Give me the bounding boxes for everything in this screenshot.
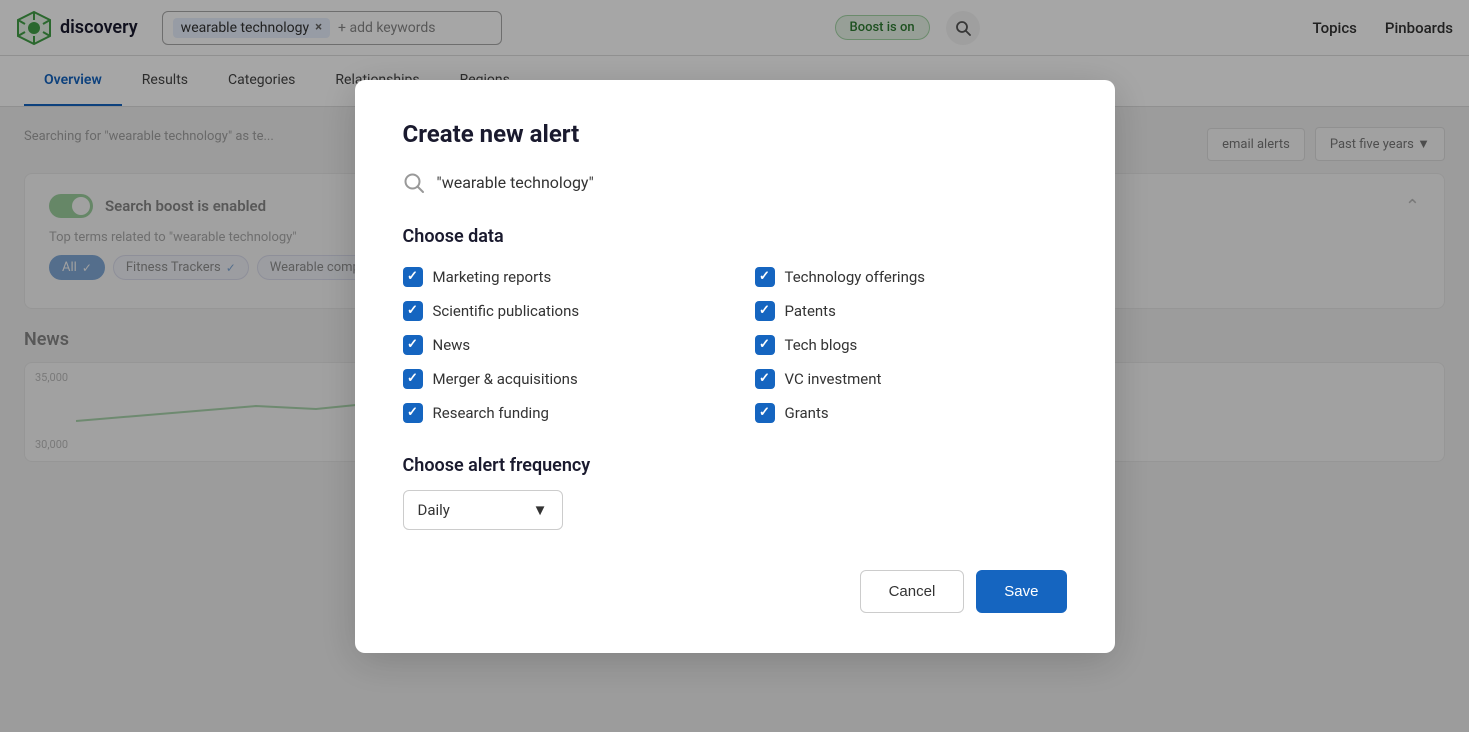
cancel-button[interactable]: Cancel bbox=[860, 570, 965, 613]
checkbox-patents-label: Patents bbox=[785, 302, 836, 320]
checkbox-tech-blogs-label: Tech blogs bbox=[785, 336, 858, 354]
checkbox-vc-label: VC investment bbox=[785, 370, 882, 388]
checkbox-marketing-label: Marketing reports bbox=[433, 268, 552, 286]
checkbox-news-icon[interactable] bbox=[403, 335, 423, 355]
checkbox-merger-label: Merger & acquisitions bbox=[433, 370, 578, 388]
checkbox-marketing-icon[interactable] bbox=[403, 267, 423, 287]
checkbox-scientific-icon[interactable] bbox=[403, 301, 423, 321]
checkboxes-grid: Marketing reports Technology offerings S… bbox=[403, 267, 1067, 423]
frequency-selected-value: Daily bbox=[418, 501, 450, 519]
checkbox-news-label: News bbox=[433, 336, 471, 354]
modal-search-row: "wearable technology" bbox=[403, 172, 1067, 194]
checkbox-grants-icon[interactable] bbox=[755, 403, 775, 423]
modal-footer: Cancel Save bbox=[403, 570, 1067, 613]
checkbox-patents[interactable]: Patents bbox=[755, 301, 1067, 321]
checkbox-grants[interactable]: Grants bbox=[755, 403, 1067, 423]
checkbox-merger-acquisitions[interactable]: Merger & acquisitions bbox=[403, 369, 715, 389]
checkbox-scientific-publications[interactable]: Scientific publications bbox=[403, 301, 715, 321]
checkbox-tech-blogs[interactable]: Tech blogs bbox=[755, 335, 1067, 355]
modal-title: Create new alert bbox=[403, 120, 1067, 148]
modal-overlay: Create new alert "wearable technology" C… bbox=[0, 0, 1469, 732]
checkbox-scientific-label: Scientific publications bbox=[433, 302, 580, 320]
modal-search-term: "wearable technology" bbox=[437, 173, 594, 192]
frequency-dropdown[interactable]: Daily ▼ bbox=[403, 490, 563, 530]
checkbox-merger-icon[interactable] bbox=[403, 369, 423, 389]
checkbox-marketing-reports[interactable]: Marketing reports bbox=[403, 267, 715, 287]
checkbox-research-icon[interactable] bbox=[403, 403, 423, 423]
checkbox-patents-icon[interactable] bbox=[755, 301, 775, 321]
create-alert-modal: Create new alert "wearable technology" C… bbox=[355, 80, 1115, 653]
choose-data-title: Choose data bbox=[403, 226, 1067, 247]
checkbox-tech-offerings-icon[interactable] bbox=[755, 267, 775, 287]
chevron-down-icon: ▼ bbox=[533, 501, 548, 519]
checkbox-research-funding[interactable]: Research funding bbox=[403, 403, 715, 423]
checkbox-vc-investment[interactable]: VC investment bbox=[755, 369, 1067, 389]
checkbox-tech-offerings-label: Technology offerings bbox=[785, 268, 926, 286]
checkbox-tech-blogs-icon[interactable] bbox=[755, 335, 775, 355]
save-button[interactable]: Save bbox=[976, 570, 1066, 613]
frequency-title: Choose alert frequency bbox=[403, 455, 1067, 476]
checkbox-vc-icon[interactable] bbox=[755, 369, 775, 389]
checkbox-technology-offerings[interactable]: Technology offerings bbox=[755, 267, 1067, 287]
checkbox-news[interactable]: News bbox=[403, 335, 715, 355]
modal-search-icon bbox=[403, 172, 425, 194]
checkbox-grants-label: Grants bbox=[785, 404, 829, 422]
checkbox-research-label: Research funding bbox=[433, 404, 549, 422]
